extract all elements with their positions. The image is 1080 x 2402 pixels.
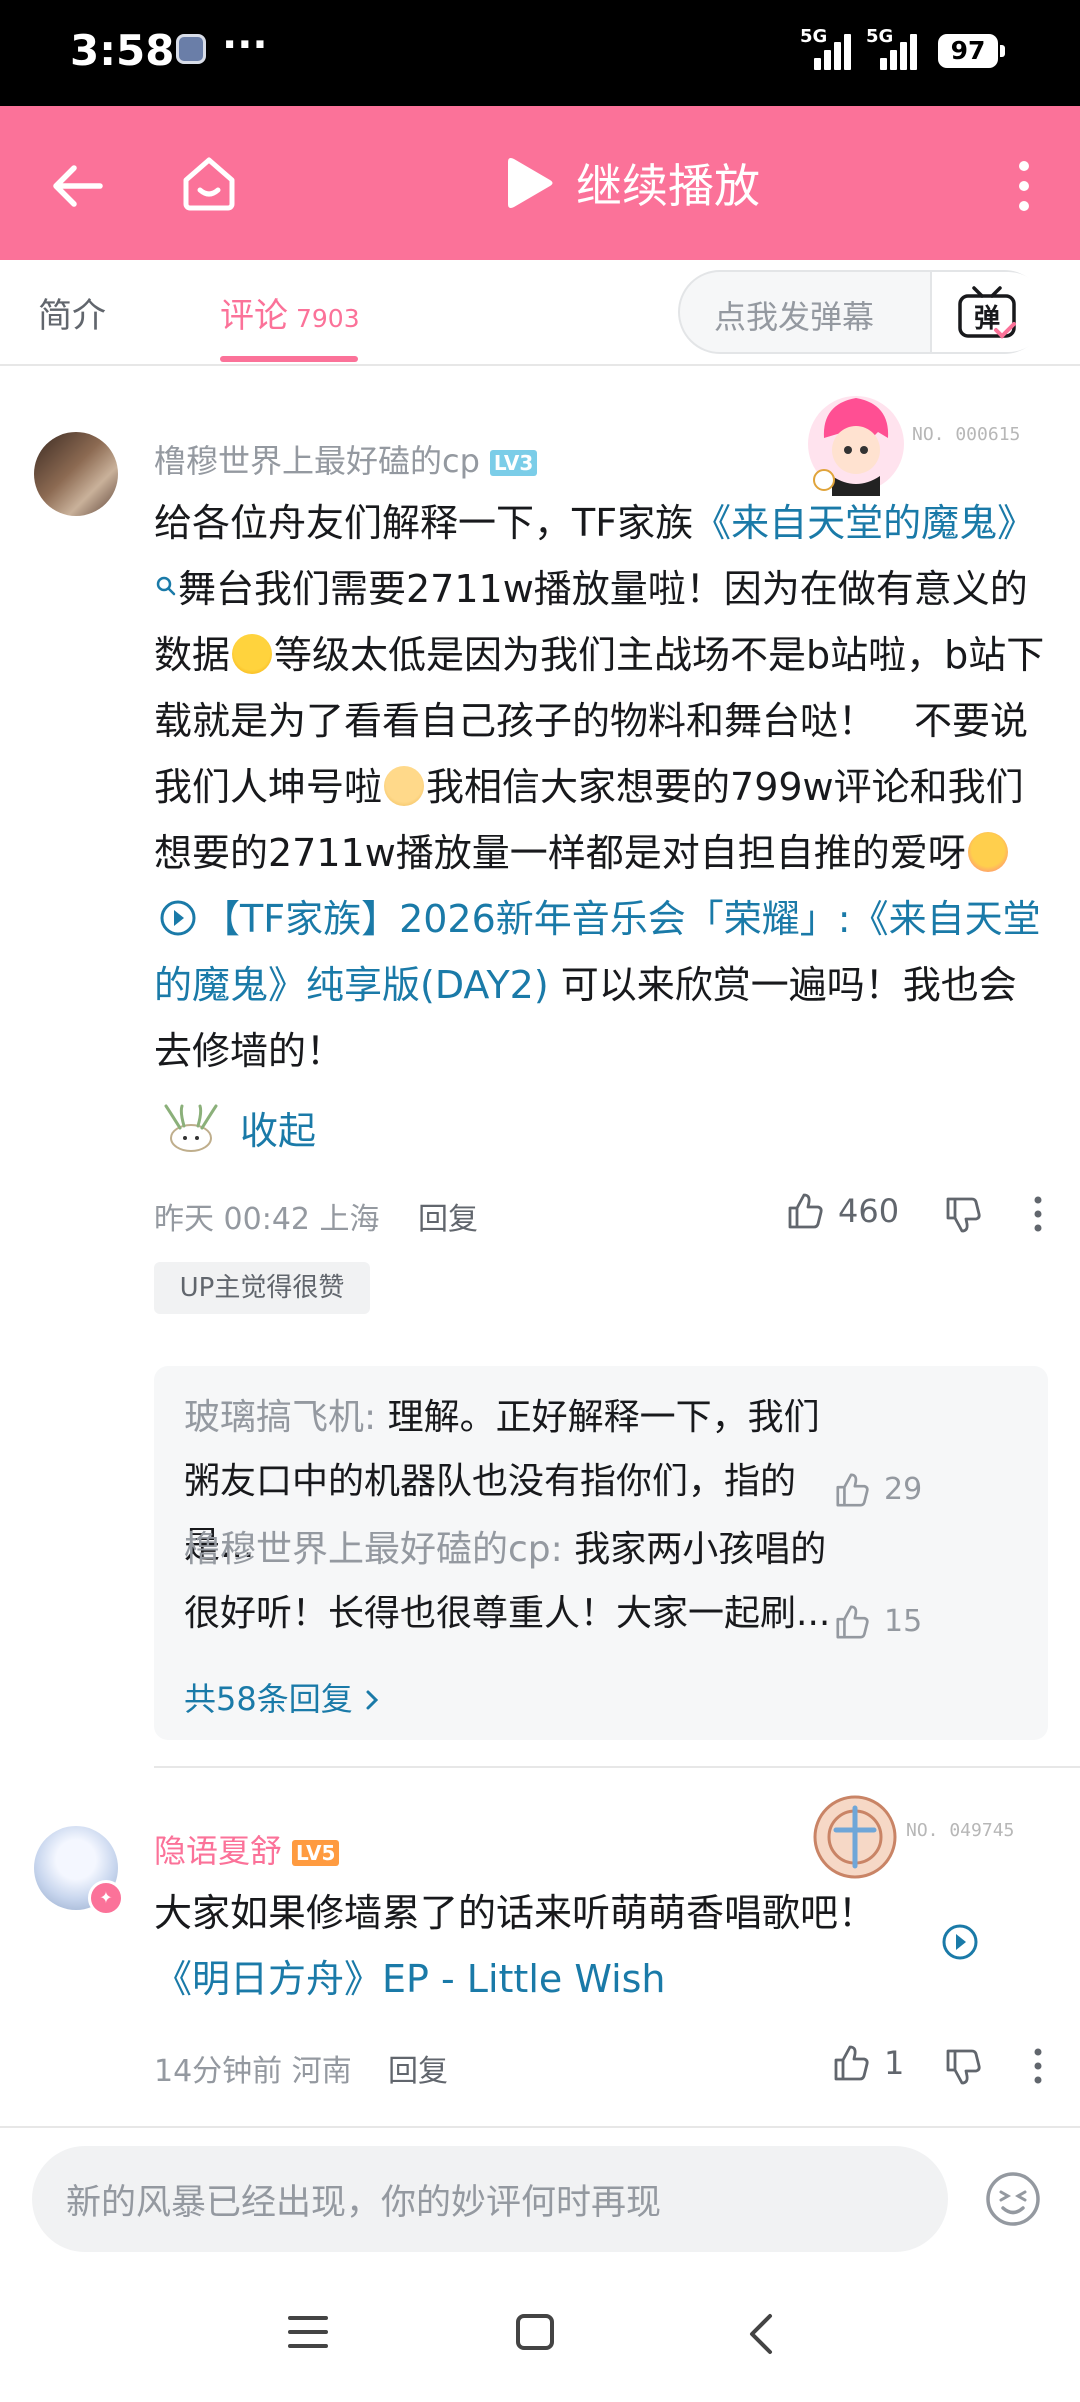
comment-meta: 14分钟前 河南: [154, 2046, 352, 2090]
fan-emblem-icon: [813, 1795, 897, 1879]
thumbs-up-icon[interactable]: [832, 2044, 870, 2082]
comment-username[interactable]: 隐语夏舒 LV5: [154, 1826, 340, 1872]
reply-item[interactable]: 橹穆世界上最好磕的cp: 我家两小孩唱的很好听！长得也很尊重人！大家一起刷...: [184, 1518, 834, 1646]
comment-location: 上海: [319, 1202, 380, 1237]
emoji-picker-icon[interactable]: [984, 2170, 1042, 2228]
collapse-button[interactable]: 收起: [240, 1098, 316, 1164]
danmaku-input[interactable]: 点我发弹幕 弹: [678, 270, 1048, 354]
reply-username[interactable]: 橹穆世界上最好磕的cp: [184, 1529, 551, 1570]
avatar[interactable]: [34, 432, 118, 516]
reply-button[interactable]: 回复: [418, 1194, 478, 1238]
comment-input-placeholder: 新的风暴已经出现，你的妙评何时再现: [66, 2183, 662, 2223]
comment-more-icon[interactable]: [1032, 1194, 1044, 1234]
danmaku-placeholder: 点我发弹幕: [714, 298, 875, 336]
search-link[interactable]: 《来自天堂的魔鬼》: [693, 501, 1035, 545]
level-badge: LV3: [489, 450, 538, 476]
tab-intro[interactable]: 简介: [38, 288, 106, 337]
signal-5g-icon: 5G: [800, 26, 854, 70]
fan-number: NO. 000615: [912, 424, 1021, 445]
fan-number: NO. 049745: [906, 1820, 1015, 1841]
video-link-icon[interactable]: [940, 1922, 980, 1962]
comment-input-bar: 新的风暴已经出现，你的妙评何时再现: [0, 2126, 1080, 2402]
tab-comments-label: 评论: [220, 296, 288, 336]
status-time: 3:58: [70, 26, 175, 75]
comment-divider: [154, 1766, 1080, 1768]
level-badge: LV5: [292, 1840, 340, 1866]
view-all-replies-link[interactable]: 共58条回复: [184, 1674, 381, 1720]
video-link-icon: [160, 900, 196, 936]
home-icon[interactable]: [178, 152, 240, 214]
play-icon[interactable]: [502, 156, 554, 210]
hearts-emoji-icon: [967, 832, 1008, 872]
fan-medal[interactable]: NO. 049745: [810, 1792, 1040, 1882]
video-top-bar: 继续播放: [0, 106, 1080, 260]
continue-playing-button[interactable]: 继续播放: [576, 150, 760, 216]
thumbs-down-icon[interactable]: [944, 2048, 982, 2086]
recent-apps-icon[interactable]: [286, 2312, 330, 2352]
tab-comments[interactable]: 评论 7903: [220, 288, 360, 337]
shock-emoji-icon: [232, 634, 273, 674]
search-icon: [156, 576, 176, 596]
fan-medal[interactable]: NO. 000615: [804, 392, 1034, 496]
reply-button[interactable]: 回复: [388, 2046, 448, 2090]
vip-badge-icon: ✦: [88, 1880, 124, 1916]
active-tab-indicator: [220, 356, 358, 362]
reply-like-count: 15: [884, 1604, 923, 1639]
comment-time: 14分钟前: [154, 2054, 283, 2089]
video-link[interactable]: 《明日方舟》EP - Little Wish: [154, 1957, 666, 2001]
more-notifications-icon: ···: [222, 22, 268, 68]
comment-count: 7903: [296, 304, 360, 333]
comment-username[interactable]: 橹穆世界上最好磕的cp LV3: [154, 436, 538, 482]
back-arrow-icon[interactable]: [48, 156, 108, 216]
thumbs-up-icon[interactable]: [786, 1192, 824, 1230]
comment-input[interactable]: 新的风暴已经出现，你的妙评何时再现: [32, 2146, 948, 2252]
danmaku-tv-icon: 弹: [958, 286, 1016, 339]
comment-body: 大家如果修墙累了的话来听萌萌香唱歌吧！ 《明日方舟》EP - Little Wis…: [154, 1891, 877, 2001]
pleading-emoji-icon: [384, 766, 425, 806]
fan-avatar-icon: [808, 396, 904, 496]
thumbs-down-icon[interactable]: [944, 1196, 982, 1234]
thumbs-up-icon[interactable]: [834, 1604, 870, 1640]
like-count: 1: [884, 2044, 905, 2082]
comment-meta: 昨天 00:42 上海: [154, 1194, 380, 1238]
more-options-icon[interactable]: [1016, 158, 1032, 214]
comment-body: 给各位舟友们解释一下，TF家族《来自天堂的魔鬼》舞台我们需要2711w播放量啦！…: [154, 501, 1045, 1073]
comment-location: 河南: [291, 2054, 352, 2089]
danmaku-send-button[interactable]: 弹: [930, 272, 1048, 352]
thumbs-up-icon[interactable]: [834, 1472, 870, 1508]
back-nav-icon[interactable]: [744, 2312, 778, 2356]
battery-icon: 97: [938, 34, 1005, 68]
signal-5g-icon-2: 5G: [866, 26, 920, 70]
chevron-right-icon: [366, 1690, 379, 1710]
status-bar: 3:58 ··· 5G 5G 97: [0, 0, 1080, 106]
home-nav-icon[interactable]: [514, 2312, 556, 2352]
comment-time: 昨天 00:42: [154, 1202, 310, 1237]
reply-username[interactable]: 玻璃搞飞机: [184, 1397, 364, 1438]
up-liked-badge: UP主觉得很赞: [154, 1262, 370, 1314]
app-notification-icon: [176, 34, 206, 64]
reply-preview[interactable]: 玻璃搞飞机: 理解。正好解释一下，我们粥友口中的机器队也没有指你们，指的是...…: [154, 1366, 1048, 1740]
bunny-sticker-icon: [164, 1104, 218, 1152]
comment-more-icon[interactable]: [1032, 2046, 1044, 2086]
reply-like-count: 29: [884, 1472, 923, 1507]
like-count: 460: [838, 1192, 900, 1230]
